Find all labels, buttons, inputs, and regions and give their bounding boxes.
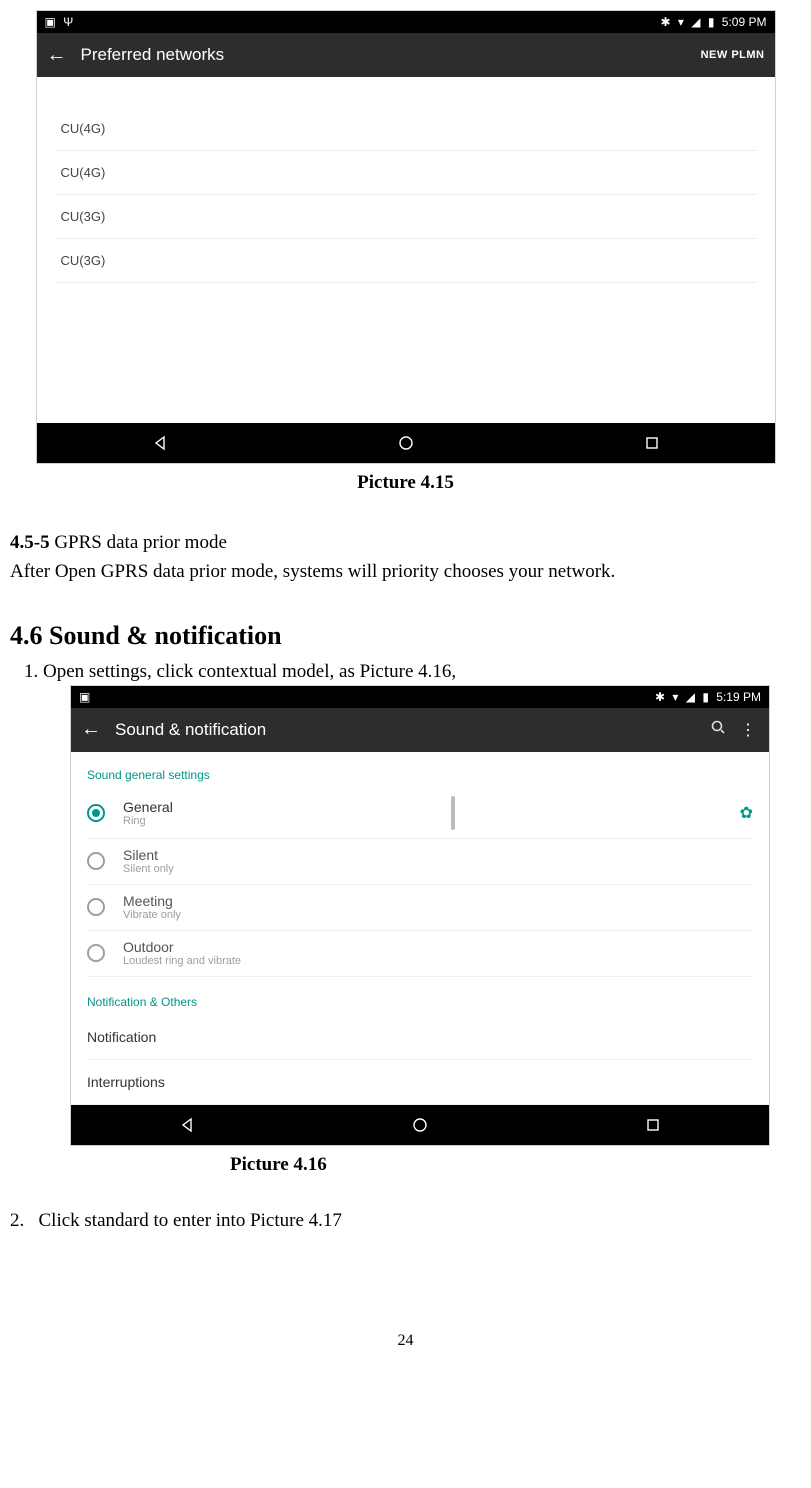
app-bar-title: Sound & notification (115, 720, 699, 740)
section-title: GPRS data prior mode (50, 532, 227, 553)
nav-bar (37, 423, 775, 463)
signal-icon: ◢ (691, 15, 700, 29)
radio-icon (87, 944, 105, 962)
back-button[interactable]: ← (47, 44, 67, 67)
section-body: After Open GPRS data prior mode, systems… (10, 561, 615, 582)
sound-profile-outdoor[interactable]: Outdoor Loudest ring and vibrate (87, 931, 753, 977)
option-subtitle: Silent only (123, 863, 174, 875)
section-label-general: Sound general settings (87, 762, 753, 788)
battery-icon: ▮ (708, 15, 715, 29)
option-title: Silent (123, 847, 174, 863)
signal-icon: ◢ (686, 690, 695, 704)
status-bar: ▣ ✱ ▾ ◢ ▮ 5:19 PM (71, 686, 769, 708)
row-notification[interactable]: Notification (87, 1015, 753, 1060)
caption-picture-4-16: Picture 4.16 (230, 1154, 801, 1176)
radio-selected-icon (87, 804, 105, 822)
wifi-icon: ▾ (672, 690, 678, 704)
bluetooth-icon: ✱ (660, 15, 670, 29)
clock-text: 5:19 PM (716, 690, 761, 704)
network-row[interactable]: CU(4G) (55, 151, 757, 195)
sound-profile-meeting[interactable]: Meeting Vibrate only (87, 885, 753, 931)
app-bar: ← Sound & notification ⋮ (71, 708, 769, 752)
wifi-icon: ▾ (678, 15, 684, 29)
page-number: 24 (10, 1332, 801, 1350)
back-button[interactable]: ← (81, 718, 101, 741)
picture-icon: ▣ (45, 15, 56, 29)
sound-profile-silent[interactable]: Silent Silent only (87, 839, 753, 885)
clock-text: 5:09 PM (722, 15, 767, 29)
nav-recent-icon[interactable] (642, 433, 662, 453)
nav-recent-icon[interactable] (643, 1115, 663, 1135)
option-subtitle: Ring (123, 815, 173, 827)
sound-profile-general[interactable]: General Ring ✿ (87, 788, 753, 839)
new-plmn-button[interactable]: NEW PLMN (701, 49, 765, 61)
nav-back-icon[interactable] (150, 433, 170, 453)
paragraph-step1: 1. Open settings, click contextual model… (24, 661, 801, 683)
paragraph-step2: 2. Click standard to enter into Picture … (10, 1210, 801, 1232)
step-text: Click standard to enter into Picture 4.1… (39, 1210, 342, 1231)
option-title: Outdoor (123, 939, 241, 955)
network-row[interactable]: CU(3G) (55, 195, 757, 239)
app-bar: ← Preferred networks NEW PLMN (37, 33, 775, 77)
nav-home-icon[interactable] (410, 1115, 430, 1135)
heading-4-6: 4.6 Sound & notification (10, 621, 801, 651)
screenshot-preferred-networks: ▣ Ψ ✱ ▾ ◢ ▮ 5:09 PM ← Preferred networks… (36, 10, 776, 464)
radio-icon (87, 898, 105, 916)
usb-icon: Ψ (63, 15, 73, 29)
nav-back-icon[interactable] (177, 1115, 197, 1135)
picture-icon: ▣ (79, 690, 90, 704)
screenshot-sound-notification: ▣ ✱ ▾ ◢ ▮ 5:19 PM ← Sound & notification… (70, 685, 770, 1146)
section-label-notification: Notification & Others (87, 989, 753, 1015)
overflow-menu-icon[interactable]: ⋮ (737, 720, 759, 740)
option-subtitle: Vibrate only (123, 909, 181, 921)
network-row[interactable]: CU(4G) (55, 107, 757, 151)
row-interruptions[interactable]: Interruptions (71, 1060, 769, 1105)
option-title: General (123, 799, 173, 815)
nav-bar (71, 1105, 769, 1145)
gear-icon[interactable]: ✿ (740, 803, 753, 823)
app-bar-title: Preferred networks (81, 45, 691, 65)
caption-picture-4-15: Picture 4.15 (10, 472, 801, 494)
step-number: 2. (10, 1210, 24, 1231)
scroll-indicator (451, 796, 455, 830)
battery-icon: ▮ (702, 690, 709, 704)
nav-home-icon[interactable] (396, 433, 416, 453)
section-4-5-5: 4.5-5 GPRS data prior mode After Open GP… (10, 528, 801, 587)
radio-icon (87, 852, 105, 870)
network-row[interactable]: CU(3G) (55, 239, 757, 283)
section-number: 4.5-5 (10, 532, 50, 553)
status-bar: ▣ Ψ ✱ ▾ ◢ ▮ 5:09 PM (37, 11, 775, 33)
option-subtitle: Loudest ring and vibrate (123, 955, 241, 967)
option-title: Meeting (123, 893, 181, 909)
search-icon[interactable] (707, 719, 729, 740)
bluetooth-icon: ✱ (655, 690, 665, 704)
